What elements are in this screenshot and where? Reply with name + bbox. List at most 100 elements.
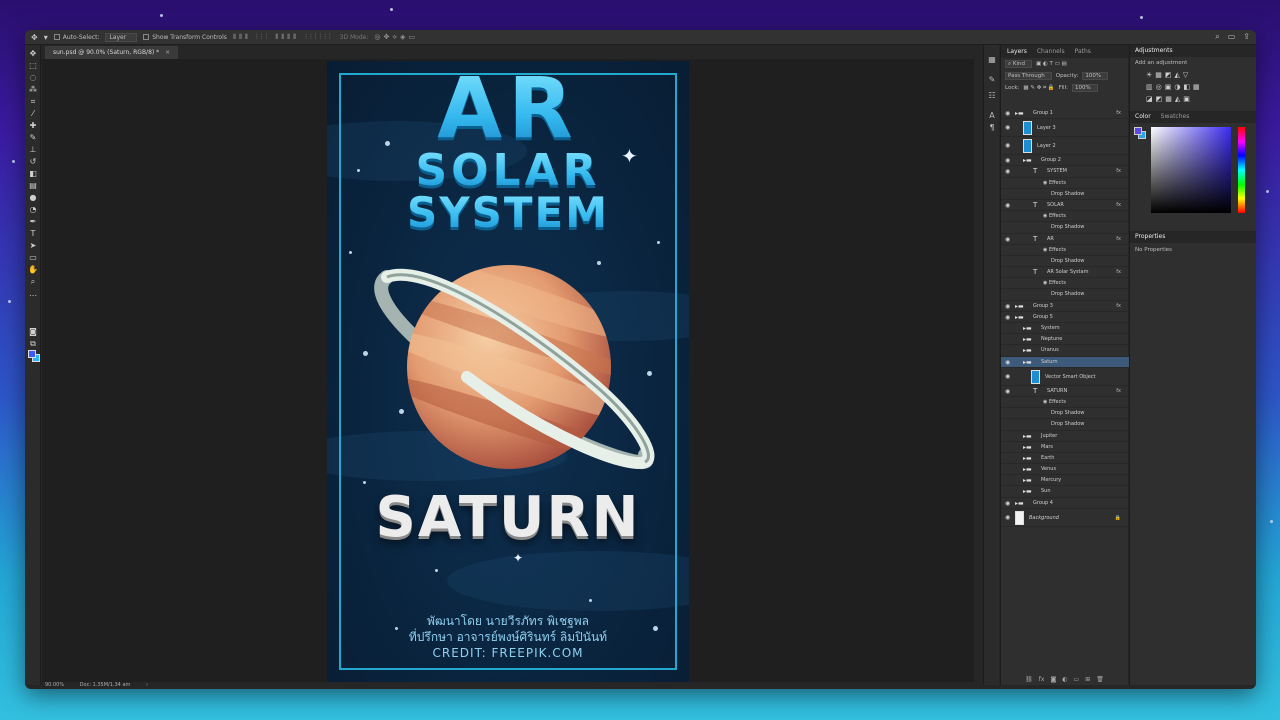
fx-icon[interactable]: fx [1039,675,1045,685]
healing-brush-icon[interactable]: ✚ [28,121,38,131]
layer-row[interactable]: ◉ Background 🔒 [1001,509,1129,527]
magic-wand-icon[interactable]: ⁂ [28,85,38,95]
layer-row[interactable]: ◉ ▸▬ Group 1 fx [1001,108,1129,120]
layer-row[interactable]: ◉ ▸▬ Saturn [1001,356,1129,368]
hand-tool-icon[interactable]: ✋ [28,265,38,275]
fx-badge[interactable]: fx [1116,108,1121,119]
fx-badge[interactable]: fx [1116,234,1121,245]
opacity-field[interactable]: 100% [1082,72,1109,80]
layer-effect-row[interactable]: Drop Shadow [1001,222,1129,234]
auto-select-checkbox[interactable]: Auto-Select: [53,34,99,41]
layer-effect-row[interactable]: ◉ Effects [1001,397,1129,409]
tab-color[interactable]: Color [1135,111,1151,123]
eraser-tool-icon[interactable]: ◧ [28,169,38,179]
visibility-eye-icon[interactable]: ◉ [1005,357,1010,368]
layer-row[interactable]: T AR Solar Systam fx [1001,267,1129,279]
visibility-eye-icon[interactable]: ◉ [1005,108,1010,119]
eyedropper-icon[interactable]: ⁄ [28,109,38,119]
pen-tool-icon[interactable]: ✒ [28,217,38,227]
layer-thumbnail[interactable] [1023,139,1032,154]
tab-swatches[interactable]: Swatches [1161,111,1190,123]
folder-icon[interactable]: ▸▬ [1023,323,1032,334]
close-icon[interactable]: × [165,49,170,56]
layer-effect-row[interactable]: Drop Shadow [1001,289,1129,301]
layer-row[interactable]: ◉ ▸▬ Group 3 fx [1001,301,1129,312]
brush-tool-icon[interactable]: ✎ [28,133,38,143]
color-picker-field[interactable] [1151,127,1231,213]
zoom-level[interactable]: 90.00% [45,682,64,688]
layer-row[interactable]: ◉ T AR fx [1001,234,1129,245]
share-icon[interactable]: ⇪ [1243,32,1250,42]
folder-icon[interactable]: ▸▬ [1015,301,1024,312]
filter-icons[interactable]: ▣ ◐ T ▭ ▤ [1036,61,1067,67]
foreground-color-swatch[interactable] [28,350,36,358]
character-panel-icon[interactable]: A [987,111,997,121]
mode-3d-buttons[interactable]: ◎✥⟡◈▭ [374,33,418,42]
search-icon[interactable]: ⌕ [1215,32,1219,42]
mask-icon[interactable]: ◙ [1050,675,1056,685]
fx-badge[interactable]: fx [1116,386,1121,397]
visibility-eye-icon[interactable]: ◉ [1005,368,1010,386]
move-tool-icon[interactable]: ✥ [31,33,38,42]
link-icon[interactable]: ⛓ [1025,675,1033,685]
quick-mask-icon[interactable]: ◙ [28,327,38,337]
folder-icon[interactable]: ▸▬ [1023,475,1032,486]
visibility-eye-icon[interactable]: ◉ [1005,498,1010,509]
fx-badge[interactable]: fx [1116,267,1121,278]
new-layer-icon[interactable]: ⊞ [1085,675,1090,685]
layer-effect-row[interactable]: ◉ Effects [1001,211,1129,223]
layer-row[interactable]: ◉ ▸▬ Group 2 [1001,155,1129,167]
status-chevron-icon[interactable]: › [146,682,148,688]
layer-effect-row[interactable]: Drop Shadow [1001,256,1129,268]
fx-badge[interactable]: fx [1116,166,1121,177]
filter-kind-dropdown[interactable]: ⌕ Kind [1005,60,1032,68]
folder-icon[interactable]: ▸▬ [1015,312,1024,323]
blur-tool-icon[interactable]: ● [28,193,38,203]
folder-icon[interactable]: ▸▬ [1023,442,1032,453]
visibility-eye-icon[interactable]: ◉ [1005,386,1010,397]
hue-slider[interactable] [1238,127,1245,213]
layer-row[interactable]: ▸▬ Mars [1001,442,1129,453]
history-brush-icon[interactable]: ↺ [28,157,38,167]
layer-row[interactable]: ▸▬ Earth [1001,453,1129,465]
settings-panel-icon[interactable]: ☷ [987,91,997,101]
layer-row[interactable]: ◉ Vector Smart Object [1001,368,1129,386]
fill-field[interactable]: 100% [1071,84,1098,92]
document-tab[interactable]: sun.psd @ 90.0% (Saturn, RGB/8) * × [45,46,179,59]
folder-icon[interactable]: ▸▬ [1023,345,1032,356]
workspace-icon[interactable]: ▭ [1228,32,1236,42]
visibility-eye-icon[interactable]: ◉ [1005,166,1010,177]
stamp-tool-icon[interactable]: ⊥ [28,145,38,155]
layer-row[interactable]: ◉ T SOLAR fx [1001,200,1129,212]
folder-icon[interactable]: ▸▬ [1023,431,1032,442]
layer-thumbnail[interactable] [1015,510,1024,525]
tab-channels[interactable]: Channels [1037,45,1065,58]
layer-thumbnail[interactable] [1031,369,1040,384]
tab-properties[interactable]: Properties [1135,231,1165,243]
layer-row[interactable]: ▸▬ System [1001,323,1129,335]
visibility-eye-icon[interactable]: ◉ [1005,509,1010,527]
path-select-icon[interactable]: ➤ [28,241,38,251]
history-panel-icon[interactable]: ▦ [987,55,997,65]
layer-row[interactable]: ◉ Layer 2 [1001,137,1129,156]
blend-mode-dropdown[interactable]: Pass Through [1005,72,1052,80]
paragraph-panel-icon[interactable]: ¶ [987,123,997,133]
screen-mode-icon[interactable]: ⧉ [28,339,38,349]
layer-row[interactable]: ▸▬ Neptune [1001,334,1129,346]
more-tools-icon[interactable]: ⋯ [28,291,38,301]
zoom-tool-icon[interactable]: ⌕ [28,277,38,287]
adjustment-icons[interactable]: ☀▦◩◭▽ ▥◎▣◑◧▦ ◪◩▦◭▣ [1130,69,1256,105]
fx-badge[interactable]: fx [1116,200,1121,211]
folder-icon[interactable]: ▸▬ [1015,498,1024,509]
layer-effect-row[interactable]: ◉ Effects [1001,278,1129,290]
layer-row[interactable]: ▸▬ Venus [1001,464,1129,476]
transform-controls-checkbox[interactable]: Show Transform Controls [143,34,227,41]
layer-effect-row[interactable]: ◉ Effects [1001,178,1129,189]
crop-tool-icon[interactable]: ⌗ [28,97,38,107]
layer-row[interactable]: ▸▬ Jupiter [1001,431,1129,442]
layer-row[interactable]: ◉ ▸▬ Group 4 [1001,498,1129,509]
layer-row[interactable]: ◉ T SYSTEM fx [1001,166,1129,178]
layer-effect-row[interactable]: Drop Shadow [1001,189,1129,200]
folder-icon[interactable]: ▸▬ [1023,155,1032,166]
folder-icon[interactable]: ▸▬ [1023,464,1032,475]
